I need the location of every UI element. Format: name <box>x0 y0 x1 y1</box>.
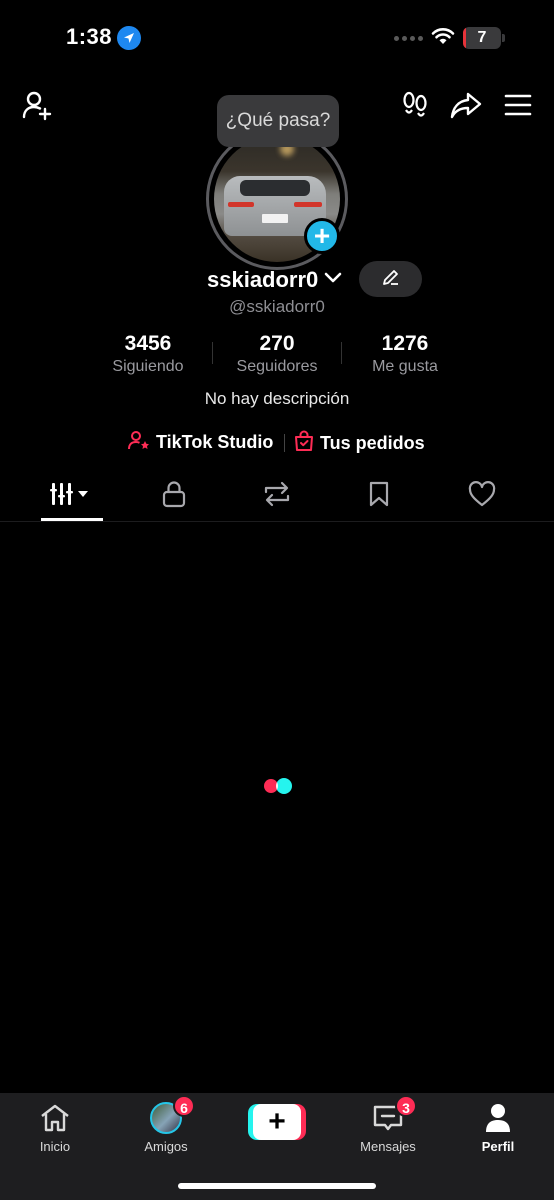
user-handle: @sskiadorr0 <box>229 297 325 316</box>
battery-indicator: 7 <box>463 27 501 49</box>
nav-inbox[interactable]: 3 Mensajes <box>338 1095 438 1154</box>
location-arrow-icon <box>117 26 141 50</box>
battery-cap <box>502 34 505 42</box>
links-divider <box>284 434 285 452</box>
stat-following[interactable]: 3456 Siguiendo <box>88 332 208 376</box>
status-time: 1:38 <box>66 24 113 49</box>
status-bar: 1:38 7 <box>0 0 554 76</box>
tab-private[interactable] <box>143 470 205 522</box>
battery-level: 7 <box>477 29 487 46</box>
nav-home[interactable]: Inicio <box>5 1101 105 1154</box>
add-friend-icon[interactable] <box>18 86 56 124</box>
wifi-icon <box>430 26 456 51</box>
add-story-button[interactable]: + <box>304 218 340 254</box>
footprint-icon[interactable] <box>396 86 434 124</box>
home-indicator[interactable] <box>178 1183 376 1189</box>
inbox-icon: 3 <box>371 1095 417 1135</box>
stat-label: Siguiendo <box>112 358 184 375</box>
share-icon[interactable] <box>446 86 486 124</box>
pencil-icon <box>381 267 401 292</box>
stat-value: 3456 <box>124 332 172 355</box>
tiktok-studio-label: TikTok Studio <box>156 432 274 452</box>
cellular-signal-icon <box>394 36 423 41</box>
create-button[interactable]: + <box>248 1104 306 1140</box>
stat-likes[interactable]: 1276 Me gusta <box>345 332 465 376</box>
username-switcher[interactable]: sskiadorr0 <box>207 265 342 295</box>
studio-person-star-icon <box>128 430 150 455</box>
menu-icon[interactable] <box>498 86 538 124</box>
profile-tabs <box>0 470 554 522</box>
videos-grid-icon <box>50 481 94 512</box>
lock-icon <box>162 480 186 513</box>
create-plus-icon: + <box>253 1104 301 1140</box>
heart-icon <box>468 480 496 512</box>
tiktok-studio-link[interactable]: TikTok Studio <box>128 430 273 455</box>
tab-videos[interactable] <box>41 470 103 522</box>
shopping-bag-icon <box>294 430 314 457</box>
profile-links: TikTok Studio Tus pedidos <box>0 430 554 456</box>
active-tab-indicator <box>41 518 103 521</box>
tab-reposts[interactable] <box>246 470 308 522</box>
orders-link[interactable]: Tus pedidos <box>294 430 425 457</box>
profile-icon <box>481 1101 515 1135</box>
bookmark-icon <box>368 480 390 513</box>
home-icon <box>38 1101 72 1135</box>
nav-label: Amigos <box>144 1139 188 1154</box>
plus-icon: + <box>313 220 331 251</box>
tab-liked[interactable] <box>451 470 513 522</box>
chevron-down-icon <box>324 271 342 289</box>
stat-divider <box>212 342 213 364</box>
friends-nav-icon: 6 <box>149 1095 195 1135</box>
nav-label: Perfil <box>481 1139 515 1154</box>
username: sskiadorr0 <box>207 267 319 292</box>
orders-label: Tus pedidos <box>320 433 425 453</box>
repost-icon <box>262 480 292 513</box>
nav-profile[interactable]: Perfil <box>448 1101 548 1154</box>
loading-indicator <box>264 778 294 794</box>
stat-divider <box>341 342 342 364</box>
loading-dot-cyan <box>276 778 292 794</box>
stat-value: 270 <box>259 332 295 355</box>
inbox-badge: 3 <box>395 1095 417 1117</box>
profile-bio[interactable]: No hay descripción <box>0 389 554 409</box>
stat-value: 1276 <box>381 332 429 355</box>
stat-followers[interactable]: 270 Seguidores <box>217 332 337 376</box>
stat-label: Seguidores <box>236 358 318 375</box>
status-prompt-tooltip[interactable]: ¿Qué pasa? <box>217 95 339 147</box>
stat-label: Me gusta <box>372 358 438 375</box>
tab-favorites[interactable] <box>348 470 410 522</box>
nav-label: Mensajes <box>360 1139 416 1154</box>
nav-friends[interactable]: 6 Amigos <box>116 1095 216 1154</box>
nav-label: Inicio <box>39 1139 71 1154</box>
edit-profile-button[interactable] <box>359 261 422 297</box>
friends-badge: 6 <box>173 1095 195 1117</box>
